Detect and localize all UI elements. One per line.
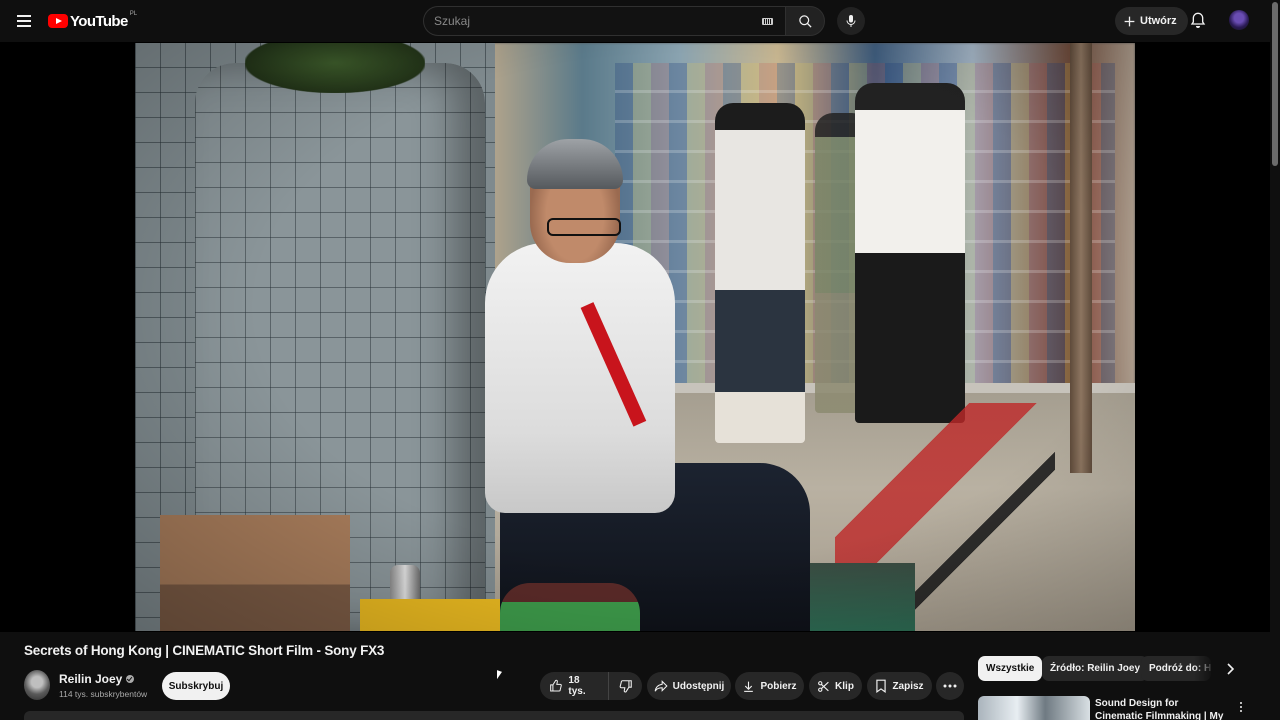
create-button[interactable]: Utwórz bbox=[1115, 7, 1188, 35]
chips-next-button[interactable] bbox=[1220, 659, 1240, 679]
video-player[interactable] bbox=[0, 42, 1270, 632]
plus-icon bbox=[1124, 16, 1135, 26]
clip-label: Klip bbox=[835, 680, 854, 692]
guide-menu-icon[interactable] bbox=[14, 11, 34, 31]
like-dislike-group: 18 tys. bbox=[540, 672, 642, 700]
clip-button[interactable]: Klip bbox=[809, 672, 862, 700]
chip-source-channel[interactable]: Źródło: Reilin Joey bbox=[1042, 656, 1149, 681]
notifications-bell-icon[interactable] bbox=[1190, 11, 1206, 34]
subscriber-count: 114 tys. subskrybentów bbox=[59, 689, 148, 699]
scrollbar-thumb[interactable] bbox=[1272, 2, 1278, 166]
channel-name[interactable]: Reilin Joey bbox=[59, 672, 122, 686]
chevron-right-icon bbox=[1227, 663, 1234, 675]
video-vignette bbox=[135, 43, 1135, 631]
chip-fade bbox=[1194, 656, 1214, 681]
youtube-logo[interactable]: YouTube PL bbox=[48, 11, 137, 31]
thumbs-down-icon bbox=[619, 680, 632, 693]
recommendation-menu-icon[interactable] bbox=[1236, 699, 1246, 715]
recommendation-thumbnail[interactable] bbox=[978, 696, 1090, 720]
dislike-button[interactable] bbox=[609, 672, 642, 700]
subscribe-button[interactable]: Subskrybuj bbox=[162, 672, 230, 700]
video-frame[interactable] bbox=[135, 43, 1135, 631]
save-button[interactable]: Zapisz bbox=[867, 672, 932, 700]
description-box[interactable] bbox=[24, 711, 964, 720]
recommendation-title[interactable]: Sound Design for Cinematic Filmmaking | … bbox=[1095, 697, 1225, 720]
search-box bbox=[423, 6, 785, 36]
video-title: Secrets of Hong Kong | CINEMATIC Short F… bbox=[24, 643, 385, 658]
masthead: YouTube PL Utwórz bbox=[0, 0, 1280, 42]
share-arrow-icon bbox=[654, 680, 668, 692]
download-button[interactable]: Pobierz bbox=[735, 672, 804, 700]
download-label: Pobierz bbox=[760, 680, 797, 692]
keyboard-icon[interactable] bbox=[762, 18, 773, 25]
share-label: Udostępnij bbox=[672, 680, 725, 692]
search-bar bbox=[423, 6, 865, 36]
more-actions-button[interactable] bbox=[936, 672, 964, 700]
like-button[interactable]: 18 tys. bbox=[540, 672, 610, 700]
save-label: Zapisz bbox=[892, 680, 924, 692]
account-avatar[interactable] bbox=[1229, 10, 1249, 30]
share-button[interactable]: Udostępnij bbox=[647, 672, 731, 700]
scissors-icon bbox=[818, 680, 829, 692]
like-count: 18 tys. bbox=[568, 675, 586, 697]
channel-avatar[interactable] bbox=[24, 670, 50, 700]
mouse-cursor-icon bbox=[497, 670, 502, 681]
chip-all[interactable]: Wszystkie bbox=[978, 656, 1043, 681]
bookmark-icon bbox=[876, 679, 887, 693]
thumbs-up-icon bbox=[550, 679, 562, 692]
channel-name-link[interactable]: Reilin Joey bbox=[59, 672, 135, 686]
search-icon bbox=[798, 14, 812, 28]
create-label: Utwórz bbox=[1140, 15, 1177, 27]
verified-badge-icon bbox=[126, 675, 135, 683]
search-button[interactable] bbox=[785, 6, 825, 36]
download-icon bbox=[744, 681, 754, 692]
search-input[interactable] bbox=[434, 14, 754, 28]
logo-country-code: PL bbox=[129, 11, 138, 17]
microphone-icon bbox=[846, 15, 856, 27]
voice-search-button[interactable] bbox=[837, 7, 865, 35]
logo-text: YouTube bbox=[70, 12, 128, 30]
youtube-play-icon bbox=[48, 14, 68, 28]
more-horizontal-icon bbox=[943, 684, 957, 688]
